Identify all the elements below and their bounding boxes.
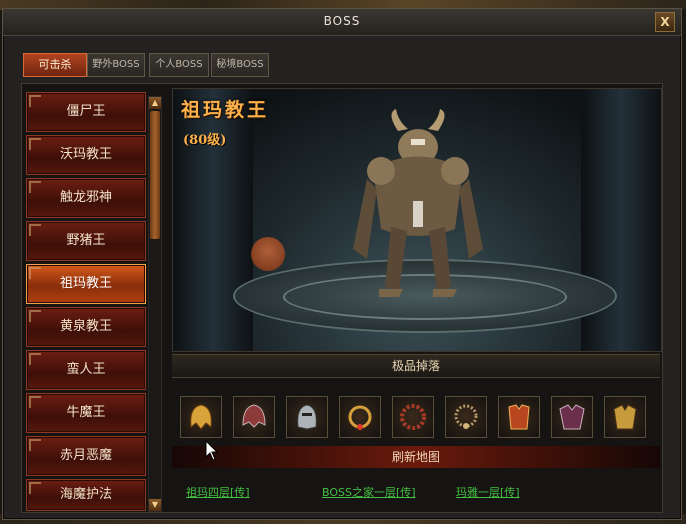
boss-item-label: 蛮人王 — [66, 362, 106, 377]
corner-ornament-icon — [29, 181, 41, 193]
map-link-zuma-4[interactable]: 祖玛四层[传] — [186, 484, 250, 500]
helmet-icon — [242, 404, 266, 428]
corner-ornament-icon — [29, 267, 41, 279]
boss-item[interactable]: 沃玛教王 — [26, 135, 146, 175]
boss-item-label: 沃玛教王 — [59, 147, 112, 162]
corner-ornament-icon — [29, 396, 41, 408]
armor-icon — [559, 404, 585, 430]
corner-ornament-icon — [29, 353, 41, 365]
window-title: BOSS — [323, 14, 361, 28]
corner-ornament-icon — [29, 439, 41, 451]
corner-ornament-icon — [29, 310, 41, 322]
watermark-logo — [251, 237, 285, 271]
drop-slot[interactable] — [180, 396, 222, 438]
window-titlebar[interactable]: BOSS X — [3, 9, 681, 36]
drop-slot[interactable] — [339, 396, 381, 438]
boss-item-label: 牛魔王 — [66, 405, 106, 420]
boss-item-label: 赤月恶魔 — [59, 448, 112, 463]
tab-personal-boss[interactable]: 个人BOSS — [149, 53, 209, 77]
boss-item[interactable]: 触龙邪神 — [26, 178, 146, 218]
helmet-icon — [190, 404, 212, 430]
boss-item-label: 野猪王 — [66, 233, 106, 248]
bracelet-icon — [400, 404, 426, 430]
boss-item-selected[interactable]: 祖玛教王 — [26, 264, 146, 304]
scroll-down-arrow-icon[interactable]: ▼ — [149, 499, 161, 511]
boss-preview-scene: 祖玛教王 (80级) — [172, 88, 662, 352]
boss-item[interactable]: 蛮人王 — [26, 350, 146, 390]
corner-ornament-icon — [29, 138, 41, 150]
armor-icon — [508, 404, 530, 430]
boss-list-scrollbar[interactable]: ▲ ▼ — [148, 96, 162, 512]
drops-header: 极品掉落 — [172, 354, 660, 378]
boss-model-image — [353, 109, 483, 297]
necklace-icon — [454, 404, 478, 429]
boss-window: BOSS X 可击杀 野外BOSS 个人BOSS 秘境BOSS 僵尸王 沃玛教王… — [2, 8, 682, 520]
corner-ornament-icon — [29, 95, 41, 107]
boss-level: (80级) — [183, 133, 227, 148]
boss-item[interactable]: 牛魔王 — [26, 393, 146, 433]
boss-item-label: 海魔护法 — [59, 487, 112, 502]
boss-panel: 僵尸王 沃玛教王 触龙邪神 野猪王 祖玛教王 黄泉教王 蛮人王 牛魔王 赤月恶魔… — [21, 83, 663, 513]
map-link-maya-1[interactable]: 玛雅一层[传] — [456, 484, 520, 500]
corner-ornament-icon — [29, 482, 41, 494]
boss-item-label: 触龙邪神 — [59, 190, 112, 205]
drop-slot[interactable] — [233, 396, 275, 438]
tab-secret-boss[interactable]: 秘境BOSS — [211, 53, 269, 77]
tab-killable[interactable]: 可击杀 — [23, 53, 87, 77]
map-link-boss-home-1[interactable]: BOSS之家一层[传] — [322, 484, 416, 500]
boss-item-label: 祖玛教王 — [59, 276, 112, 291]
boss-item[interactable]: 野猪王 — [26, 221, 146, 261]
close-button[interactable]: X — [655, 12, 675, 32]
mouse-cursor-icon — [205, 439, 219, 461]
boss-item[interactable]: 僵尸王 — [26, 92, 146, 132]
boss-item[interactable]: 黄泉教王 — [26, 307, 146, 347]
drop-slot[interactable] — [498, 396, 540, 438]
scrollbar-thumb[interactable] — [150, 111, 160, 239]
refresh-map-bar[interactable]: 刷新地图 — [172, 446, 660, 468]
boss-name-title: 祖玛教王 — [181, 99, 270, 121]
helmet-icon — [297, 404, 317, 430]
corner-ornament-icon — [29, 224, 41, 236]
drop-slot[interactable] — [286, 396, 328, 438]
armor-icon — [613, 404, 637, 430]
drop-slot[interactable] — [392, 396, 434, 438]
necklace-icon — [348, 405, 372, 430]
scroll-up-arrow-icon[interactable]: ▲ — [149, 97, 161, 109]
drop-slot[interactable] — [551, 396, 593, 438]
drop-slot[interactable] — [604, 396, 646, 438]
boss-item[interactable]: 赤月恶魔 — [26, 436, 146, 476]
boss-item[interactable]: 海魔护法 — [26, 479, 146, 511]
drop-slot[interactable] — [445, 396, 487, 438]
tab-field-boss[interactable]: 野外BOSS — [87, 53, 145, 77]
boss-item-label: 僵尸王 — [66, 104, 106, 119]
boss-item-label: 黄泉教王 — [59, 319, 112, 334]
